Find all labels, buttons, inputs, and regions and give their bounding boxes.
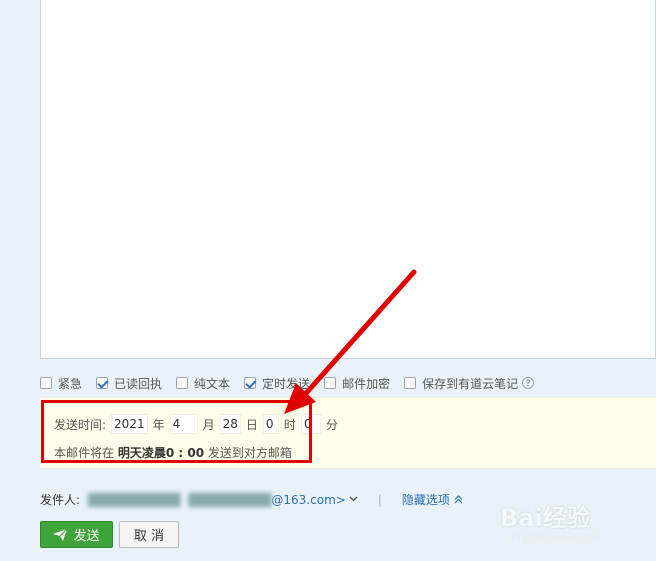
help-icon[interactable]: ? (522, 377, 535, 389)
option-read-receipt[interactable]: 已读回执 (96, 375, 162, 392)
cancel-button-label: 取 消 (133, 529, 165, 544)
send-button[interactable]: 发送 (40, 521, 113, 548)
urgent-checkbox[interactable] (40, 377, 52, 389)
sender-name: ██████████ (88, 492, 181, 507)
month-unit: 月 (202, 417, 215, 432)
year-field[interactable]: 2021 (111, 414, 148, 434)
hide-options-link[interactable]: 隐藏选项 (402, 491, 463, 508)
plain-text-label: 纯文本 (194, 376, 231, 391)
sender-divider: | (377, 492, 382, 507)
scheduled-send-checkbox[interactable] (244, 377, 257, 389)
chevron-up-double-icon (454, 495, 463, 504)
baidu-watermark: Bai经验 jingyan.baidu.com (500, 490, 650, 550)
minute-unit: 分 (325, 417, 338, 432)
day-field[interactable]: 28 (219, 414, 241, 434)
month-field[interactable]: 4 (169, 414, 198, 434)
send-notice: 本邮件将在 明天凌晨0 : 00 发送到对方邮箱 (54, 444, 292, 461)
option-urgent[interactable]: 紧急 (40, 375, 82, 392)
cancel-button[interactable]: 取 消 (119, 521, 179, 548)
option-plain-text[interactable]: 纯文本 (176, 375, 230, 392)
encrypt-checkbox[interactable] (324, 377, 337, 389)
read-receipt-label: 已读回执 (114, 376, 163, 391)
day-unit: 日 (245, 417, 258, 432)
watermark-url: jingyan.baidu.com (510, 532, 603, 543)
save-youdao-checkbox[interactable] (404, 377, 417, 389)
send-time-label: 发送时间: (54, 417, 107, 432)
notice-prefix: 本邮件将在 (54, 446, 115, 460)
notice-suffix: 发送到对方邮箱 (207, 446, 292, 460)
hour-unit: 时 (283, 417, 296, 432)
option-scheduled-send[interactable]: 定时发送 (244, 375, 310, 392)
sender-addr-local: █████████ (188, 492, 272, 507)
year-unit: 年 (152, 417, 165, 432)
mail-options: 紧急 已读回执 纯文本 定时发送 邮件加密 保存到有道云笔记 ? (40, 374, 535, 392)
encrypt-label: 邮件加密 (342, 376, 391, 391)
mail-body-editor[interactable] (40, 0, 656, 359)
watermark-logo: Bai经验 (500, 504, 591, 532)
sender-row: 发件人: ██████████ █████████ @163.com> | 隐藏… (40, 491, 463, 508)
scheduled-send-label: 定时发送 (262, 376, 311, 391)
option-save-youdao[interactable]: 保存到有道云笔记 (404, 375, 518, 392)
read-receipt-checkbox[interactable] (96, 377, 109, 389)
minute-field[interactable]: 0 (300, 414, 321, 434)
send-button-label: 发送 (73, 529, 100, 544)
scheduled-send-panel: 发送时间: 2021 年 4 月 28 日 0 时 0 分 本邮件将在 明天凌晨… (40, 397, 656, 469)
sender-addr-domain[interactable]: @163.com> (271, 493, 345, 507)
urgent-label: 紧急 (58, 376, 83, 391)
hide-options-label: 隐藏选项 (401, 493, 450, 507)
send-time-row: 发送时间: 2021 年 4 月 28 日 0 时 0 分 (54, 414, 340, 434)
hour-field[interactable]: 0 (262, 414, 279, 434)
paper-plane-icon (53, 528, 68, 541)
plain-text-checkbox[interactable] (176, 377, 189, 389)
option-encrypt[interactable]: 邮件加密 (324, 375, 390, 392)
sender-label: 发件人: (40, 493, 81, 507)
save-youdao-label: 保存到有道云笔记 (422, 376, 519, 391)
notice-time: 明天凌晨0 : 00 (117, 446, 205, 460)
chevron-down-icon[interactable] (349, 494, 358, 505)
